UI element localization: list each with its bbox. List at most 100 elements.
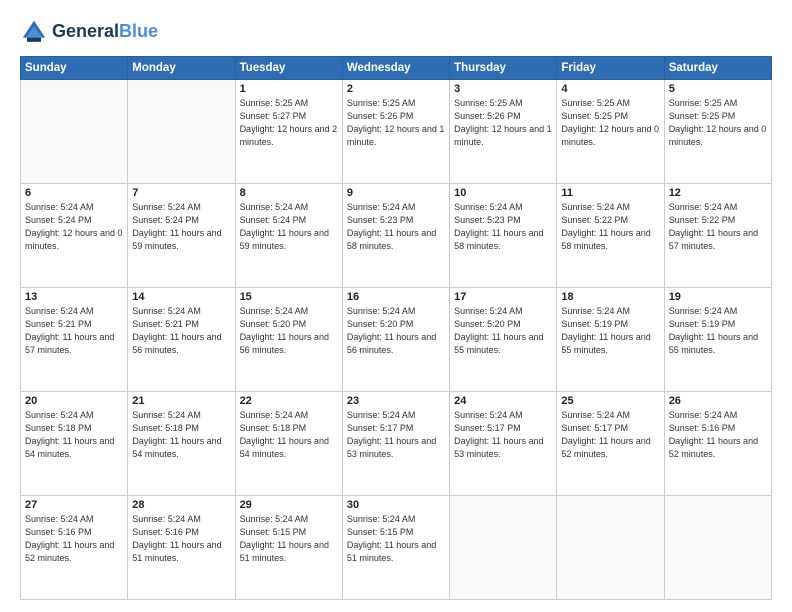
header: GeneralBlue [20,18,772,46]
calendar-header-tuesday: Tuesday [235,57,342,80]
day-number: 16 [347,291,445,303]
calendar-header-monday: Monday [128,57,235,80]
calendar-header-friday: Friday [557,57,664,80]
calendar-cell: 23 Sunrise: 5:24 AM Sunset: 5:17 PM Dayli… [342,392,449,496]
calendar-cell: 21 Sunrise: 5:24 AM Sunset: 5:18 PM Dayli… [128,392,235,496]
calendar-cell: 15 Sunrise: 5:24 AM Sunset: 5:20 PM Dayli… [235,288,342,392]
day-number: 21 [132,395,230,407]
logo-icon [20,18,48,46]
day-number: 30 [347,499,445,511]
calendar-cell: 3Sunrise: 5:25 AM Sunset: 5:26 PM Daylig… [450,80,557,184]
day-number: 15 [240,291,338,303]
calendar-cell: 22Sunrise: 5:24 AM Sunset: 5:18 PM Dayli… [235,392,342,496]
day-info: Sunrise: 5:24 AM Sunset: 5:23 PM Dayligh… [454,201,552,253]
day-number: 3 [454,83,552,95]
day-info: Sunrise: 5:24 AM Sunset: 5:22 PM Dayligh… [669,201,767,253]
day-number: 13 [25,291,123,303]
calendar-cell: 26 Sunrise: 5:24 AM Sunset: 5:16 PM Dayli… [664,392,771,496]
day-info: Sunrise: 5:24 AM Sunset: 5:15 PM Dayligh… [347,513,445,565]
day-info: Sunrise: 5:24 AM Sunset: 5:16 PM Dayligh… [25,513,123,565]
day-info: Sunrise: 5:24 AM Sunset: 5:19 PM Dayligh… [669,305,767,357]
day-number: 24 [454,395,552,407]
day-info: Sunrise: 5:24 AM Sunset: 5:17 PM Dayligh… [561,409,659,461]
day-number: 29 [240,499,338,511]
calendar-cell: 9Sunrise: 5:24 AM Sunset: 5:23 PM Daylig… [342,184,449,288]
calendar-cell: 18 Sunrise: 5:24 AM Sunset: 5:19 PM Dayli… [557,288,664,392]
day-number: 20 [25,395,123,407]
calendar-week-2: 13 Sunrise: 5:24 AM Sunset: 5:21 PM Dayli… [21,288,772,392]
calendar-header-thursday: Thursday [450,57,557,80]
calendar-week-4: 27 Sunrise: 5:24 AM Sunset: 5:16 PM Dayli… [21,496,772,600]
day-info: Sunrise: 5:24 AM Sunset: 5:24 PM Dayligh… [132,201,230,253]
calendar-cell: 30 Sunrise: 5:24 AM Sunset: 5:15 PM Dayli… [342,496,449,600]
day-number: 25 [561,395,659,407]
day-number: 27 [25,499,123,511]
day-number: 7 [132,187,230,199]
day-number: 23 [347,395,445,407]
calendar-cell: 7 Sunrise: 5:24 AM Sunset: 5:24 PM Daylig… [128,184,235,288]
day-info: Sunrise: 5:24 AM Sunset: 5:18 PM Dayligh… [25,409,123,461]
day-info: Sunrise: 5:24 AM Sunset: 5:17 PM Dayligh… [454,409,552,461]
day-number: 26 [669,395,767,407]
day-number: 18 [561,291,659,303]
day-info: Sunrise: 5:24 AM Sunset: 5:18 PM Dayligh… [240,409,338,461]
day-number: 11 [561,187,659,199]
day-info: Sunrise: 5:25 AM Sunset: 5:27 PM Dayligh… [240,97,338,149]
calendar-cell: 12 Sunrise: 5:24 AM Sunset: 5:22 PM Dayli… [664,184,771,288]
calendar-cell: 29 Sunrise: 5:24 AM Sunset: 5:15 PM Dayli… [235,496,342,600]
day-number: 14 [132,291,230,303]
day-info: Sunrise: 5:24 AM Sunset: 5:17 PM Dayligh… [347,409,445,461]
day-info: Sunrise: 5:24 AM Sunset: 5:15 PM Dayligh… [240,513,338,565]
calendar-cell: 2 Sunrise: 5:25 AM Sunset: 5:26 PM Daylig… [342,80,449,184]
calendar-cell: 20 Sunrise: 5:24 AM Sunset: 5:18 PM Dayli… [21,392,128,496]
calendar-cell: 28 Sunrise: 5:24 AM Sunset: 5:16 PM Dayli… [128,496,235,600]
calendar-cell: 8 Sunrise: 5:24 AM Sunset: 5:24 PM Daylig… [235,184,342,288]
day-number: 4 [561,83,659,95]
calendar-header-row: SundayMondayTuesdayWednesdayThursdayFrid… [21,57,772,80]
calendar-cell: 13Sunrise: 5:24 AM Sunset: 5:21 PM Dayli… [21,288,128,392]
calendar-week-1: 6Sunrise: 5:24 AM Sunset: 5:24 PM Daylig… [21,184,772,288]
day-info: Sunrise: 5:24 AM Sunset: 5:16 PM Dayligh… [669,409,767,461]
day-info: Sunrise: 5:25 AM Sunset: 5:25 PM Dayligh… [669,97,767,149]
day-info: Sunrise: 5:25 AM Sunset: 5:26 PM Dayligh… [347,97,445,149]
calendar-header-wednesday: Wednesday [342,57,449,80]
calendar-cell: 16 Sunrise: 5:24 AM Sunset: 5:20 PM Dayli… [342,288,449,392]
day-info: Sunrise: 5:24 AM Sunset: 5:24 PM Dayligh… [240,201,338,253]
calendar-cell: 1Sunrise: 5:25 AM Sunset: 5:27 PM Daylig… [235,80,342,184]
day-number: 17 [454,291,552,303]
calendar-cell: 17 Sunrise: 5:24 AM Sunset: 5:20 PM Dayli… [450,288,557,392]
day-number: 2 [347,83,445,95]
calendar-cell [664,496,771,600]
day-info: Sunrise: 5:24 AM Sunset: 5:19 PM Dayligh… [561,305,659,357]
calendar-week-3: 20 Sunrise: 5:24 AM Sunset: 5:18 PM Dayli… [21,392,772,496]
day-number: 28 [132,499,230,511]
day-info: Sunrise: 5:24 AM Sunset: 5:16 PM Dayligh… [132,513,230,565]
day-info: Sunrise: 5:25 AM Sunset: 5:25 PM Dayligh… [561,97,659,149]
day-number: 12 [669,187,767,199]
day-number: 8 [240,187,338,199]
calendar-cell: 14 Sunrise: 5:24 AM Sunset: 5:21 PM Dayli… [128,288,235,392]
calendar-header-sunday: Sunday [21,57,128,80]
day-info: Sunrise: 5:24 AM Sunset: 5:20 PM Dayligh… [240,305,338,357]
calendar-cell [557,496,664,600]
day-number: 10 [454,187,552,199]
day-info: Sunrise: 5:24 AM Sunset: 5:21 PM Dayligh… [132,305,230,357]
page: GeneralBlue SundayMondayTuesdayWednesday… [0,0,792,612]
calendar-table: SundayMondayTuesdayWednesdayThursdayFrid… [20,56,772,600]
day-info: Sunrise: 5:24 AM Sunset: 5:18 PM Dayligh… [132,409,230,461]
calendar-cell: 24 Sunrise: 5:24 AM Sunset: 5:17 PM Dayli… [450,392,557,496]
day-info: Sunrise: 5:24 AM Sunset: 5:20 PM Dayligh… [454,305,552,357]
day-number: 9 [347,187,445,199]
calendar-cell: 6Sunrise: 5:24 AM Sunset: 5:24 PM Daylig… [21,184,128,288]
calendar-cell [450,496,557,600]
calendar-cell: 25 Sunrise: 5:24 AM Sunset: 5:17 PM Dayli… [557,392,664,496]
day-number: 19 [669,291,767,303]
calendar-header-saturday: Saturday [664,57,771,80]
calendar-week-0: 1Sunrise: 5:25 AM Sunset: 5:27 PM Daylig… [21,80,772,184]
day-info: Sunrise: 5:24 AM Sunset: 5:22 PM Dayligh… [561,201,659,253]
logo: GeneralBlue [20,18,158,46]
calendar-cell: 5Sunrise: 5:25 AM Sunset: 5:25 PM Daylig… [664,80,771,184]
day-info: Sunrise: 5:24 AM Sunset: 5:20 PM Dayligh… [347,305,445,357]
calendar-cell: 4 Sunrise: 5:25 AM Sunset: 5:25 PM Daylig… [557,80,664,184]
day-info: Sunrise: 5:24 AM Sunset: 5:24 PM Dayligh… [25,201,123,253]
